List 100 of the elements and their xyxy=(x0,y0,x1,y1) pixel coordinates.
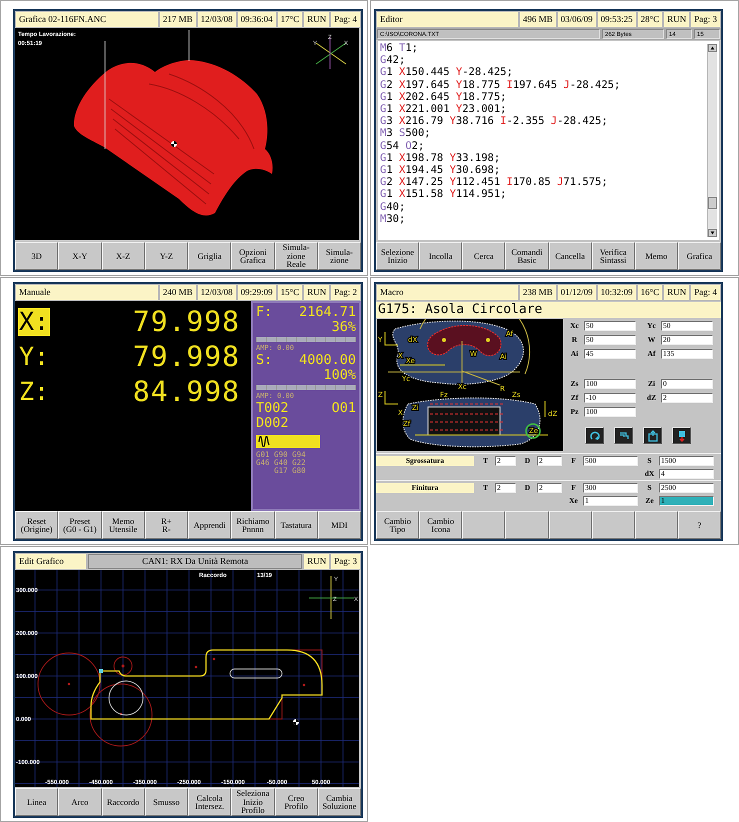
softkey-button[interactable]: Raccordo xyxy=(102,788,145,816)
softkey-button[interactable]: Selezione Inizio xyxy=(376,242,420,270)
softkey-button[interactable]: Verifica Sintassi xyxy=(592,242,635,270)
code-line: G1 X221.001 Y23.001; xyxy=(380,103,508,116)
softkey-button[interactable]: Tastatura xyxy=(274,511,318,539)
status-cell: RUN xyxy=(304,554,330,569)
softkey-button[interactable]: X-Y xyxy=(58,242,102,270)
code-line: G54 O2; xyxy=(380,140,426,152)
gauge-percent: 100% xyxy=(323,368,356,383)
axis-label[interactable]: Y: xyxy=(18,343,50,371)
status-cell: Pag: 3 xyxy=(331,554,360,569)
softkey-button[interactable]: Simula- zione Reale xyxy=(274,242,318,270)
status-cell: 09:29:09 xyxy=(238,285,276,300)
softkey-button[interactable]: Linea xyxy=(15,788,58,816)
softkey-button[interactable]: Richiamo Pnnnn xyxy=(231,511,274,539)
blank-softkey[interactable] xyxy=(634,511,678,539)
header-title: Manuale xyxy=(16,285,158,300)
correction-code: D002 xyxy=(256,416,289,431)
blank-softkey[interactable] xyxy=(548,511,592,539)
softkey-button[interactable]: Reset (Origine) xyxy=(15,511,58,539)
status-cell: 28°C xyxy=(638,12,662,27)
softkey-button[interactable]: 3D xyxy=(15,242,58,270)
start-marker xyxy=(99,669,103,673)
status-cell: 12/03/08 xyxy=(198,12,236,27)
axis-value: 79.998 xyxy=(132,342,240,372)
code-line: G1 X202.645 Y18.775; xyxy=(380,90,508,104)
status-cell: Pag: 4 xyxy=(691,285,720,300)
softkey-button[interactable]: Preset (G0 - G1) xyxy=(58,511,102,539)
scroll-down-icon[interactable] xyxy=(708,229,717,237)
status-cell: 09:53:25 xyxy=(598,12,636,27)
circle-outline xyxy=(108,680,144,716)
axis-gizmo-icon xyxy=(316,36,346,70)
softkey-button[interactable]: ? xyxy=(678,511,721,539)
code-line: M6 T1; xyxy=(380,42,419,54)
softkey-button[interactable]: Griglia xyxy=(188,242,232,270)
gauge-value: 2164.71 xyxy=(299,305,356,320)
scroll-up-icon[interactable] xyxy=(708,44,717,52)
softkey-button[interactable]: Calcola Intersez. xyxy=(188,788,232,816)
softkey-button[interactable]: Cambio Icona xyxy=(419,511,462,539)
softkey-button[interactable]: Cambio Tipo xyxy=(376,511,420,539)
axis-value: 84.998 xyxy=(132,377,240,407)
blank-softkey[interactable] xyxy=(505,511,548,539)
status-cell: 240 MB xyxy=(160,285,196,300)
axis-label[interactable]: Z: xyxy=(18,378,50,406)
header-title: Macro xyxy=(377,285,518,300)
guide-line xyxy=(188,30,190,62)
code-line: M30; xyxy=(380,212,406,226)
gauge-percent: 36% xyxy=(332,320,356,335)
softkey-button[interactable]: Smusso xyxy=(144,788,188,816)
download-icon[interactable] xyxy=(672,427,691,444)
status-cell: 238 MB xyxy=(520,285,556,300)
export-icon[interactable] xyxy=(643,427,662,444)
softkey-button[interactable]: Grafica xyxy=(678,242,721,270)
scroll-thumb[interactable] xyxy=(708,197,717,209)
macro-title: G175: Asola Circolare xyxy=(376,302,721,318)
gauge-label: F: xyxy=(256,305,272,320)
softkey-button[interactable]: Incolla xyxy=(419,242,462,270)
softkey-button[interactable]: Cambia Soluzione xyxy=(318,788,361,816)
status-cell: 12/03/08 xyxy=(198,285,236,300)
status-cell: 217 MB xyxy=(160,12,196,27)
status-cell: 16°C xyxy=(638,285,662,300)
softkey-button[interactable]: Seleziona Inizio Profilo xyxy=(231,788,274,816)
blank-softkey[interactable] xyxy=(462,511,506,539)
code-line: G40; xyxy=(380,200,406,213)
status-cell: Pag: 2 xyxy=(331,285,360,300)
axis-label[interactable]: X: xyxy=(18,308,50,336)
status-cell: Pag: 4 xyxy=(331,12,360,27)
gauge-label: S: xyxy=(256,353,272,368)
code-line: G3 X216.79 Y38.716 I-2.355 J-28.425; xyxy=(380,115,609,128)
message-bar: CAN1: RX Da Unità Remota xyxy=(88,554,302,569)
softkey-button[interactable]: Creo Profilo xyxy=(274,788,318,816)
softkey-button[interactable]: X-Z xyxy=(102,242,145,270)
softkey-button[interactable]: Apprendi xyxy=(188,511,232,539)
code-line: G2 X197.645 Y18.775 I197.645 J-28.425; xyxy=(380,78,622,91)
softkey-button[interactable]: Arco xyxy=(58,788,102,816)
code-line: G1 X151.58 Y114.951; xyxy=(380,188,508,201)
profile-path[interactable] xyxy=(90,649,323,720)
sine-wave-icon xyxy=(258,436,270,447)
softkey-button[interactable]: Cancella xyxy=(548,242,592,270)
softkey-button[interactable]: Memo xyxy=(634,242,678,270)
softkey-button[interactable]: Simula- zione xyxy=(318,242,361,270)
softkey-button[interactable]: Cerca xyxy=(462,242,506,270)
origin-code: O01 xyxy=(332,401,356,416)
code-line: G1 X150.445 Y-28.425; xyxy=(380,66,514,79)
status-cell: 03/06/09 xyxy=(558,12,596,27)
softkey-button[interactable]: R+ R- xyxy=(144,511,188,539)
status-cell: RUN xyxy=(304,285,330,300)
softkey-button[interactable]: Y-Z xyxy=(144,242,188,270)
softkey-button[interactable]: MDI xyxy=(318,511,361,539)
tool-code: T002 xyxy=(256,401,289,416)
softkey-button[interactable]: Opzioni Grafica xyxy=(231,242,274,270)
scrollbar[interactable] xyxy=(707,44,717,237)
code-line: G2 X147.25 Y112.451 I170.85 J71.575; xyxy=(380,176,609,188)
axis-value: 79.998 xyxy=(132,307,240,337)
softkey-button[interactable]: Comandi Basic xyxy=(505,242,548,270)
blank-softkey[interactable] xyxy=(592,511,635,539)
code-line: M3 S500; xyxy=(380,127,432,140)
cursor-icon xyxy=(293,719,299,725)
rotate-tool-icon[interactable] xyxy=(585,427,604,444)
softkey-button[interactable]: Memo Utensile xyxy=(102,511,145,539)
